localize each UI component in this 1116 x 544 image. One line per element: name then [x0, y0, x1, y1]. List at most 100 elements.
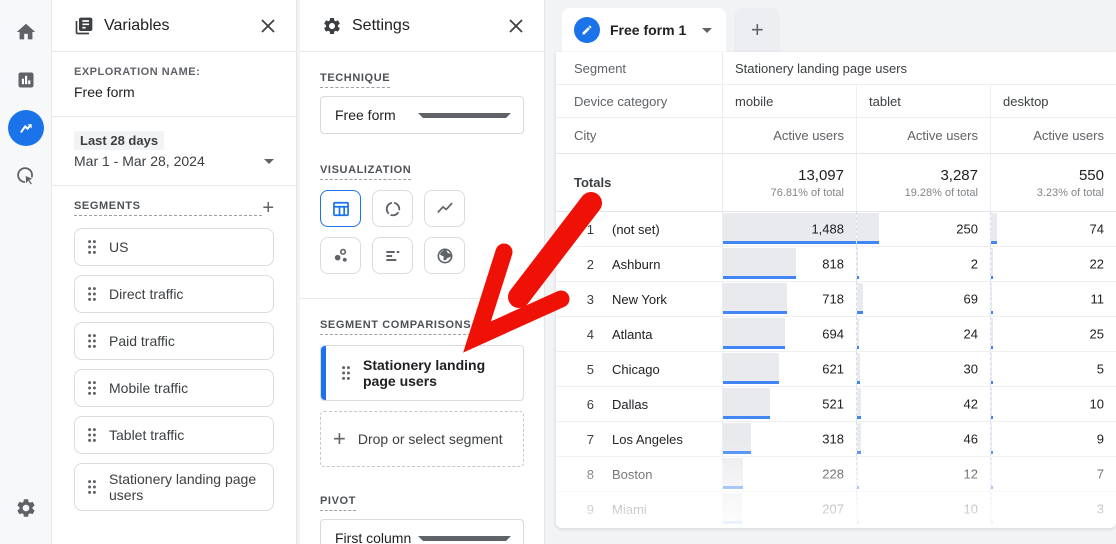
tab-bar: Free form 1 +: [562, 8, 781, 52]
segment-row-label[interactable]: Segment: [556, 61, 722, 76]
table-row[interactable]: 5 Chicago 621 30 5: [556, 352, 1116, 387]
value-cell[interactable]: 74: [990, 212, 1116, 246]
value-bar-underline: [991, 276, 993, 279]
table-row[interactable]: 6 Dallas 521 42 10: [556, 387, 1116, 422]
value-cell[interactable]: 42: [856, 387, 990, 421]
device-column-header[interactable]: mobile: [722, 85, 856, 117]
value-cell[interactable]: 9: [990, 422, 1116, 456]
add-tab-button[interactable]: +: [734, 8, 781, 52]
value-cell[interactable]: 69: [856, 282, 990, 316]
segment-chip[interactable]: Direct traffic: [74, 275, 274, 313]
add-segment-button[interactable]: +: [262, 198, 274, 218]
segment-value[interactable]: Stationery landing page users: [722, 52, 1116, 84]
nav-reports[interactable]: [0, 56, 52, 104]
value-cell[interactable]: 621: [722, 352, 856, 386]
viz-line-chart-button[interactable]: [424, 190, 465, 227]
value-cell[interactable]: 228: [722, 457, 856, 491]
value-bar: [857, 493, 858, 521]
segment-chip[interactable]: Stationery landing page users: [74, 463, 274, 511]
table-row[interactable]: 7 Los Angeles 318 46 9: [556, 422, 1116, 457]
value-cell[interactable]: 7: [990, 457, 1116, 491]
value-bar: [857, 283, 864, 311]
technique-value: Free form: [335, 107, 396, 123]
value-cell[interactable]: 1,488: [722, 212, 856, 246]
value-cell[interactable]: 46: [856, 422, 990, 456]
segment-chip[interactable]: Paid traffic: [74, 322, 274, 360]
table-row[interactable]: 2 Ashburn 818 2 22: [556, 247, 1116, 282]
city-row-label[interactable]: City: [556, 128, 722, 143]
drag-handle-icon: [88, 240, 96, 254]
device-column-header[interactable]: desktop: [990, 85, 1116, 117]
value-cell[interactable]: 12: [856, 457, 990, 491]
table-row[interactable]: 3 New York 718 69 11: [556, 282, 1116, 317]
value-number: 7: [1096, 466, 1104, 482]
value-cell[interactable]: 818: [722, 247, 856, 281]
pencil-icon: [574, 17, 600, 43]
segment-accent-bar: [321, 346, 326, 400]
value-bar-underline: [723, 521, 742, 524]
date-range-picker[interactable]: Last 28 days Mar 1 - Mar 28, 2024: [52, 117, 296, 186]
tab-free-form-1[interactable]: Free form 1: [562, 8, 727, 52]
nav-admin[interactable]: [0, 484, 52, 532]
active-users-header[interactable]: Active users: [856, 118, 990, 153]
device-row-label[interactable]: Device category: [556, 94, 722, 109]
settings-gear-icon: [324, 17, 340, 34]
segment-chip[interactable]: Mobile traffic: [74, 369, 274, 407]
value-number: 207: [822, 501, 844, 517]
value-cell[interactable]: 3: [990, 492, 1116, 526]
segment-header-row: Segment Stationery landing page users: [556, 52, 1116, 85]
technique-dropdown[interactable]: Free form: [320, 96, 524, 134]
value-cell[interactable]: 10: [856, 492, 990, 526]
value-bar: [723, 353, 779, 381]
value-bar-underline: [723, 416, 770, 419]
pivot-dropdown[interactable]: First column: [320, 519, 524, 544]
value-bar: [723, 318, 786, 346]
value-cell[interactable]: 2: [856, 247, 990, 281]
value-bar: [723, 388, 770, 416]
segment-chip[interactable]: Tablet traffic: [74, 416, 274, 454]
value-bar: [857, 423, 862, 451]
viz-table-button[interactable]: [320, 190, 361, 227]
value-cell[interactable]: 22: [990, 247, 1116, 281]
value-number: 228: [822, 466, 844, 482]
value-cell[interactable]: 521: [722, 387, 856, 421]
viz-donut-chart-button[interactable]: [372, 190, 413, 227]
active-users-header[interactable]: Active users: [990, 118, 1116, 153]
scatter-plot-icon: [334, 248, 347, 262]
nav-advertising[interactable]: [0, 152, 52, 200]
value-cell[interactable]: 250: [856, 212, 990, 246]
viz-scatter-plot-button[interactable]: [320, 237, 361, 274]
segment-chip[interactable]: US: [74, 228, 274, 266]
table-row[interactable]: 9 Miami 207 10 3: [556, 492, 1116, 527]
value-cell[interactable]: 30: [856, 352, 990, 386]
value-cell[interactable]: 24: [856, 317, 990, 351]
value-cell[interactable]: 10: [990, 387, 1116, 421]
value-cell[interactable]: 11: [990, 282, 1116, 316]
date-range-value: Mar 1 - Mar 28, 2024: [74, 153, 205, 169]
value-number: 818: [822, 256, 844, 272]
applied-segment-chip[interactable]: Stationery landing page users: [320, 345, 524, 401]
nav-home[interactable]: [0, 8, 52, 56]
city-cell: Dallas: [612, 396, 649, 412]
drop-segment-target[interactable]: + Drop or select segment: [320, 411, 524, 467]
device-column-header[interactable]: tablet: [856, 85, 990, 117]
table-row[interactable]: 4 Atlanta 694 24 25: [556, 317, 1116, 352]
variables-close-button[interactable]: [256, 14, 280, 38]
table-row[interactable]: 1 (not set) 1,488 250 74: [556, 212, 1116, 247]
value-cell[interactable]: 207: [722, 492, 856, 526]
settings-close-button[interactable]: [504, 14, 528, 38]
viz-bar-chart-button[interactable]: [372, 237, 413, 274]
viz-geo-map-button[interactable]: [424, 237, 465, 274]
nav-explore[interactable]: [0, 104, 52, 152]
value-number: 24: [963, 326, 978, 342]
value-cell[interactable]: 318: [722, 422, 856, 456]
exploration-name-block[interactable]: EXPLORATION NAME: Free form: [52, 52, 296, 117]
active-users-header[interactable]: Active users: [722, 118, 856, 153]
value-cell[interactable]: 5: [990, 352, 1116, 386]
value-cell[interactable]: 694: [722, 317, 856, 351]
drag-handle-icon: [342, 366, 350, 380]
device-header-row: Device category mobile tablet desktop: [556, 85, 1116, 118]
value-cell[interactable]: 25: [990, 317, 1116, 351]
value-cell[interactable]: 718: [722, 282, 856, 316]
table-row[interactable]: 8 Boston 228 12 7: [556, 457, 1116, 492]
